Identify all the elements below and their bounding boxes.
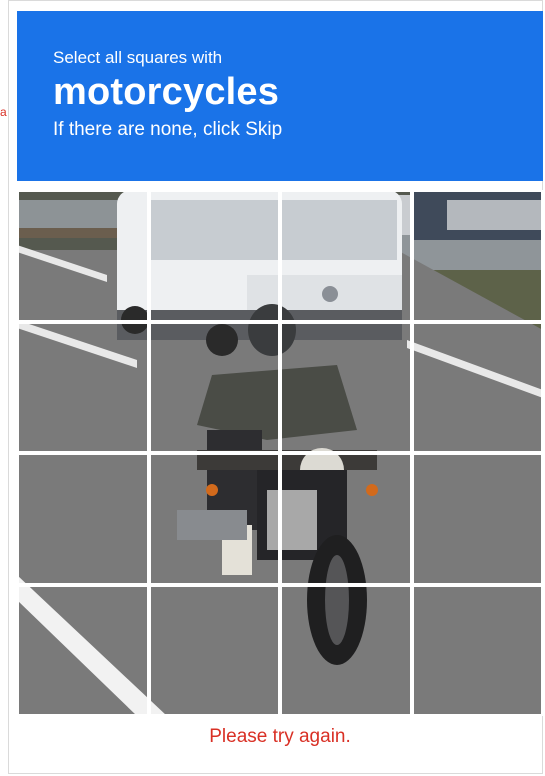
grid-tile[interactable] (148, 453, 280, 585)
grid-tile[interactable] (148, 190, 280, 322)
grid-tile[interactable] (280, 190, 412, 322)
instruction-text: Select all squares with (53, 48, 223, 67)
grid-tile[interactable] (17, 584, 149, 716)
error-message: Please try again. (209, 726, 351, 747)
target-keyword: motorcycles (53, 71, 280, 113)
grid-tile[interactable] (411, 584, 543, 716)
grid-tile[interactable] (17, 190, 149, 322)
grid-tile[interactable] (17, 453, 149, 585)
image-grid (17, 190, 543, 716)
grid-tile[interactable] (411, 190, 543, 322)
grid-tile[interactable] (148, 321, 280, 453)
grid-tile[interactable] (148, 584, 280, 716)
grid-tile[interactable] (280, 584, 412, 716)
grid-tile[interactable] (411, 453, 543, 585)
grid-tile[interactable] (411, 321, 543, 453)
captcha-header: Select all squares with motorcycles If t… (17, 11, 543, 181)
skip-instruction: If there are none, click Skip (53, 119, 283, 140)
tile-grid (17, 190, 543, 716)
grid-tile[interactable] (280, 453, 412, 585)
grid-tile[interactable] (17, 321, 149, 453)
captcha-page: a Select all squares with motorcycles If… (0, 0, 545, 776)
grid-tile[interactable] (280, 321, 412, 453)
side-text-fragment: a (0, 105, 7, 119)
